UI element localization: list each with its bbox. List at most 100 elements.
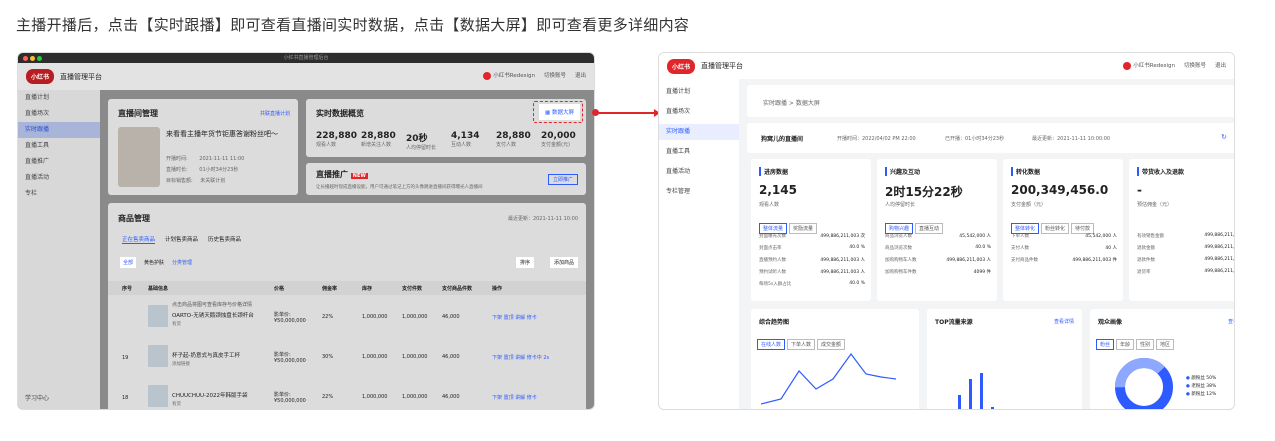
product-name: OARTO-无锈天鹅颈烛盘长颈杆台 — [172, 313, 254, 319]
stat-value: 20秒 — [406, 134, 428, 144]
row-actions[interactable]: 下架 置顶 讲解 修卡中 2s — [492, 354, 549, 361]
sidebar-item[interactable]: 直播推广 — [18, 154, 100, 170]
breadcrumb-card: 实时跟播 > 数据大屏 — [747, 85, 1234, 117]
tab-region[interactable]: 地区 — [1156, 339, 1175, 350]
brand-logo[interactable]: 小红书 — [667, 58, 696, 74]
logout-link[interactable]: 退出 — [1215, 61, 1226, 69]
view-detail-link[interactable]: 查看详情 — [1054, 318, 1074, 325]
start-value: 2021-11-11 11:00 — [199, 156, 245, 162]
user-name: 小红书Redesign — [493, 73, 535, 79]
filter-skincare[interactable]: 黄色护肤 — [144, 257, 164, 268]
panel-big-value: - — [1137, 183, 1142, 197]
col-header: 基础信息 — [148, 286, 169, 292]
sidebar-item-active[interactable]: 实时跟播 — [659, 124, 739, 140]
cell-pay: 1,000,000 — [402, 354, 428, 360]
goods-card: 商品管理 最近更新：2021-11-11 10:00 正在售卖商品 计划售卖商品… — [108, 203, 586, 409]
sidebar-item[interactable]: 直播活动 — [18, 170, 100, 186]
tab-age[interactable]: 年龄 — [1116, 339, 1135, 350]
metric-value: 4099 件 — [973, 270, 991, 275]
link-plan-button[interactable]: 共联直播计划 — [260, 110, 290, 117]
product-name: CHUUCHUU-2022年韩版手袋 — [172, 393, 248, 399]
sort-button[interactable]: 排序 — [515, 257, 534, 268]
stat-item: 28,880 支付人数 — [496, 131, 531, 148]
logout-link[interactable]: 退出 — [575, 71, 586, 79]
promote-button[interactable]: 立即推广 — [547, 174, 578, 185]
stat-item: 4,134 互动人数 — [451, 131, 479, 148]
filter-all[interactable]: 全部 — [120, 257, 137, 268]
panel-title: 转化数据 — [1011, 167, 1040, 176]
switch-account-link[interactable]: 切换账号 — [1184, 61, 1206, 69]
tab-on-sale[interactable]: 正在售卖商品 — [122, 235, 156, 244]
metric-label: 封面点击率 — [759, 246, 782, 251]
row-actions[interactable]: 下架 置顶 讲解 修卡 — [492, 394, 537, 401]
sidebar-item[interactable]: 直播计划 — [18, 90, 100, 106]
add-goods-button[interactable]: 添加商品 — [549, 257, 578, 268]
panel-big-value: 2,145 — [759, 183, 797, 197]
breadcrumb[interactable]: 实时跟播 > 数据大屏 — [763, 98, 820, 107]
cell-cnt: 46,000 — [442, 354, 460, 360]
metric-value: 499,886,211,003 — [1204, 233, 1235, 238]
panel-tab[interactable]: 直播互动 — [915, 223, 944, 234]
sidebar-item[interactable]: 直播活动 — [659, 164, 739, 180]
duration-label: 直播时长: — [166, 167, 188, 173]
brand-logo[interactable]: 小红书 — [26, 69, 55, 84]
view-link[interactable]: 查看 — [1228, 318, 1234, 325]
filter-category[interactable]: 分类管理 — [172, 257, 192, 268]
portrait-card: 观众画像 查看 粉丝年龄性别地区 ● 颜粉丝 50% ● 老粉丝 38% ● 新… — [1090, 309, 1234, 409]
sidebar-item-learning[interactable]: 学习中心 — [18, 391, 56, 407]
refresh-icon[interactable]: ↻ — [1221, 133, 1227, 141]
tab-fans[interactable]: 粉丝 — [1096, 339, 1115, 350]
sidebar: 直播计划 直播场次 实时跟播 直播工具 直播活动 专栏管理 — [659, 79, 739, 409]
sidebar-item[interactable]: 专栏管理 — [659, 184, 739, 200]
platform-title: 直播管理平台 — [701, 62, 744, 70]
metric-value: 40.0 % — [849, 245, 865, 250]
product-image — [148, 345, 168, 367]
metric-label: 退款件数 — [1137, 258, 1155, 263]
row-no: 19 — [122, 355, 129, 361]
goods-title: 商品管理 — [118, 214, 150, 223]
metric-value: 499,886,211,003 — [1204, 257, 1235, 262]
panel-tab[interactable]: 粉丝转化 — [1041, 223, 1070, 234]
realtime-title: 实时数据概览 — [316, 109, 364, 118]
sidebar-item[interactable]: 直播工具 — [659, 144, 739, 160]
stat-value: 4,134 — [451, 131, 480, 141]
tab-gender[interactable]: 性别 — [1136, 339, 1155, 350]
product-tip: 点击商品将图可查看库存与价格详情 — [172, 302, 253, 308]
live-update: 最近更新：2021-11-11 10:00:00 — [1032, 136, 1111, 142]
metric-value: 499,886,211,003 — [1204, 245, 1235, 250]
sidebar-item[interactable]: 直播计划 — [659, 84, 739, 100]
stat-label: 新增关注人数 — [361, 142, 392, 148]
trend-line-chart — [761, 352, 897, 405]
caption: 主播开播后，点击【实时跟播】即可查看直播间实时数据，点击【数据大屏】即可查看更多… — [16, 16, 690, 34]
product-image — [148, 305, 168, 327]
highlight-box — [533, 101, 583, 123]
legend-item: 新粉丝 12% — [1191, 392, 1217, 397]
col-header: 支付商品件数 — [442, 286, 473, 292]
legend-item: 颜粉丝 50% — [1191, 376, 1217, 381]
cell-pay: 1,000,000 — [402, 314, 428, 320]
cell-stock: 1,000,000 — [362, 394, 388, 400]
panel-tab[interactable]: 奖励流量 — [789, 223, 818, 234]
product-name: 杯子起-奶意式与真皮手工杯 — [172, 353, 240, 359]
user-menu[interactable]: 小红书Redesign — [1123, 61, 1175, 70]
tab-history[interactable]: 历史售卖商品 — [208, 235, 241, 244]
col-header: 操作 — [492, 286, 503, 292]
sidebar-item[interactable]: 专栏 — [18, 186, 100, 202]
panel-title: 兴趣及互动 — [885, 167, 920, 176]
sidebar-item-active[interactable]: 实时跟播 — [18, 122, 100, 138]
col-header: 支付件数 — [402, 286, 423, 292]
user-menu[interactable]: 小红书Redesign — [483, 71, 535, 80]
metric-label: 加购购物车人数 — [885, 258, 917, 263]
col-header: 库存 — [362, 286, 373, 292]
row-actions[interactable]: 下架 置顶 讲解 修卡 — [492, 314, 537, 321]
sidebar-item[interactable]: 直播场次 — [659, 104, 739, 120]
tab-planned[interactable]: 计划售卖商品 — [165, 235, 198, 244]
panel-sub: 预估佣金（元） — [1137, 202, 1173, 208]
platform-title: 直播管理平台 — [60, 72, 103, 81]
live-room-name: 狗窝儿的直播间 — [761, 136, 804, 143]
metric-label: 每场5s入群占比 — [759, 282, 792, 287]
sidebar-item[interactable]: 直播工具 — [18, 138, 100, 154]
switch-account-link[interactable]: 切换账号 — [544, 71, 566, 79]
sidebar-item[interactable]: 直播场次 — [18, 106, 100, 122]
metric-value: 499,886,211,003 人 — [946, 258, 991, 263]
